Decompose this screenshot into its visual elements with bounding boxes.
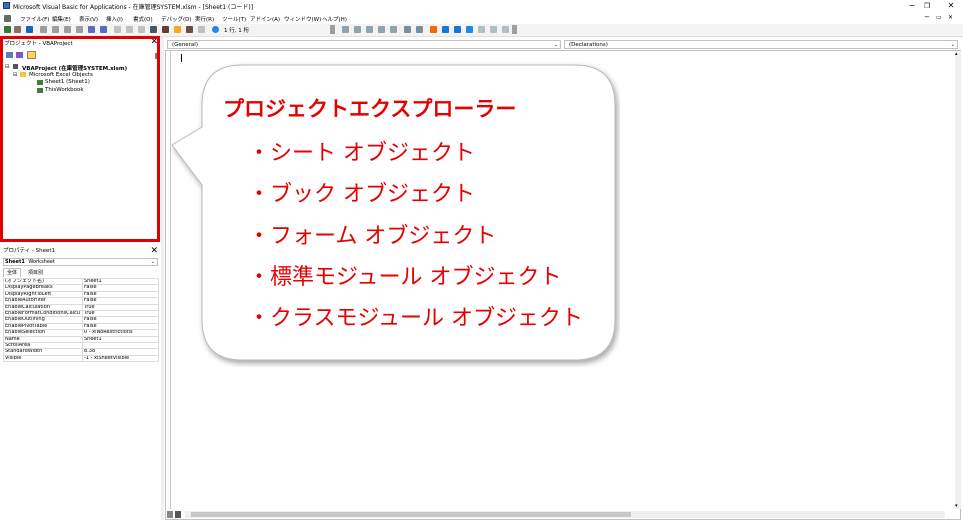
list-constants-icon[interactable] xyxy=(378,26,385,33)
property-name: EnableFormatConditionsCalcu xyxy=(3,309,83,318)
tab-alphabetic[interactable]: 全体 xyxy=(3,268,22,277)
object-combo-value: (General) xyxy=(172,42,198,48)
design-mode-icon[interactable] xyxy=(150,26,157,33)
find-icon[interactable] xyxy=(76,26,83,33)
quick-info-icon[interactable] xyxy=(390,26,397,33)
toolbar-overflow-icon-2[interactable] xyxy=(512,25,517,34)
toolbox-icon[interactable] xyxy=(198,26,205,33)
horizontal-scroll-thumb[interactable] xyxy=(191,512,631,517)
redo-icon[interactable] xyxy=(100,26,107,33)
scroll-down-icon[interactable]: ▾ xyxy=(955,503,958,509)
tab-categorized[interactable]: 項目別 xyxy=(25,269,46,277)
toggle-breakpoint-icon[interactable] xyxy=(430,26,437,33)
properties-pane: プロパティ - Sheet1 ✕ Sheet1 Worksheet ⌄ 全体 項… xyxy=(1,246,160,520)
menu-edit[interactable]: 編集(E) xyxy=(52,15,71,23)
run-icon[interactable] xyxy=(114,26,121,33)
project-explorer-icon[interactable] xyxy=(162,26,169,33)
properties-window-icon[interactable] xyxy=(174,26,181,33)
minimize-button[interactable]: − xyxy=(905,0,919,12)
menu-window[interactable]: ウィンドウ(W) xyxy=(284,15,321,23)
menu-view[interactable]: 表示(V) xyxy=(79,15,98,23)
chevron-down-icon: ⌄ xyxy=(553,42,558,48)
property-row[interactable]: Visible -1 - xlSheetVisible xyxy=(3,354,159,363)
title-bar: Microsoft Visual Basic for Applications … xyxy=(0,0,963,12)
copy-icon[interactable] xyxy=(52,26,59,33)
vba-app-icon xyxy=(3,2,10,9)
window-title: Microsoft Visual Basic for Applications … xyxy=(13,4,254,11)
menu-file[interactable]: ファイル(F) xyxy=(20,15,49,23)
paste-icon[interactable] xyxy=(64,26,71,33)
callout-item-form: ・フォーム オブジェクト xyxy=(248,224,497,249)
properties-pane-header: プロパティ - Sheet1 ✕ xyxy=(1,246,160,256)
menu-format[interactable]: 書式(O) xyxy=(133,15,153,23)
menu-run[interactable]: 実行(R) xyxy=(195,15,214,23)
project-explorer-highlight-frame xyxy=(0,36,160,242)
object-browser-icon[interactable] xyxy=(186,26,193,33)
callout-item-sheet: ・シート オブジェクト xyxy=(248,141,475,166)
comment-block-icon[interactable] xyxy=(442,26,449,33)
previous-bookmark-icon[interactable] xyxy=(490,26,497,33)
cursor-position: 1 行, 1 桁 xyxy=(224,28,249,34)
horizontal-scrollbar[interactable] xyxy=(185,511,945,518)
inner-minimize-button[interactable]: − xyxy=(924,13,930,21)
inner-close-button[interactable]: ✕ xyxy=(948,14,953,21)
object-selector-dropdown[interactable]: Sheet1 Worksheet ⌄ xyxy=(3,258,158,266)
menu-tools[interactable]: ツール(T) xyxy=(222,15,246,23)
menu-addins[interactable]: アドイン(A) xyxy=(250,15,280,23)
chevron-down-icon: ⌄ xyxy=(150,259,155,265)
object-selector-type: Worksheet xyxy=(28,259,55,265)
next-bookmark-icon[interactable] xyxy=(478,26,485,33)
chevron-down-icon: ⌄ xyxy=(950,42,955,48)
undo-icon[interactable] xyxy=(88,26,95,33)
break-icon[interactable] xyxy=(126,26,133,33)
menu-debug[interactable]: デバッグ(D) xyxy=(161,15,192,23)
properties-grid: (オブジェクト名) Sheet1 DisplayPageBreaks False Dis… xyxy=(3,277,159,363)
menu-bar: ファイル(F) 編集(E) 表示(V) 挿入(I) 書式(O) デバッグ(D) … xyxy=(0,13,963,24)
full-module-view-icon[interactable] xyxy=(175,511,181,518)
properties-tabs: 全体 項目別 xyxy=(3,268,158,277)
object-selector-name: Sheet1 xyxy=(5,259,25,265)
callout-item-standard-module: ・標準モジュール オブジェクト xyxy=(248,265,562,290)
vba-menu-icon[interactable] xyxy=(4,15,11,22)
toggle-bookmark-icon[interactable] xyxy=(466,26,473,33)
properties-table: (オブジェクト名) Sheet1 DisplayPageBreaks False Dis… xyxy=(3,277,159,363)
callout-item-class-module: ・クラスモジュール オブジェクト xyxy=(248,306,584,331)
inner-restore-button[interactable]: ▭ xyxy=(936,14,942,21)
scroll-up-icon[interactable]: ▴ xyxy=(955,51,958,57)
object-combo[interactable]: (General) ⌄ xyxy=(167,40,561,49)
callout-heading: プロジェクトエクスプローラー xyxy=(223,97,517,121)
outdent-icon[interactable] xyxy=(354,26,361,33)
properties-pane-title: プロパティ - Sheet1 xyxy=(3,248,56,254)
parameter-info-icon[interactable] xyxy=(404,26,411,33)
maximize-button[interactable]: ❐ xyxy=(920,0,934,12)
property-name: Visible xyxy=(3,354,83,363)
uncomment-block-icon[interactable] xyxy=(454,26,461,33)
insert-module-icon[interactable] xyxy=(14,26,21,33)
clear-bookmarks-icon[interactable] xyxy=(502,26,509,33)
close-window-button[interactable]: ✕ xyxy=(944,0,958,12)
help-icon[interactable] xyxy=(212,26,219,33)
indent-icon[interactable] xyxy=(342,26,349,33)
menu-insert[interactable]: 挿入(I) xyxy=(106,15,123,23)
procedure-combo-value: (Declarations) xyxy=(569,42,608,48)
vertical-scrollbar[interactable]: ▴ ▾ xyxy=(955,51,961,509)
menu-help[interactable]: ヘルプ(H) xyxy=(322,15,347,23)
cut-icon[interactable] xyxy=(40,26,47,33)
properties-pane-close-button[interactable]: ✕ xyxy=(150,246,158,256)
procedure-combo[interactable]: (Declarations) ⌄ xyxy=(564,40,958,49)
complete-word-icon[interactable] xyxy=(416,26,423,33)
property-value[interactable]: -1 - xlSheetVisible xyxy=(82,354,159,363)
toolbar-overflow-icon[interactable] xyxy=(330,25,335,34)
list-properties-icon[interactable] xyxy=(366,26,373,33)
reset-icon[interactable] xyxy=(138,26,145,33)
view-excel-icon[interactable] xyxy=(4,26,11,33)
procedure-view-icon[interactable] xyxy=(167,511,173,518)
callout-item-book: ・ブック オブジェクト xyxy=(248,182,475,207)
save-icon[interactable] xyxy=(26,26,33,33)
